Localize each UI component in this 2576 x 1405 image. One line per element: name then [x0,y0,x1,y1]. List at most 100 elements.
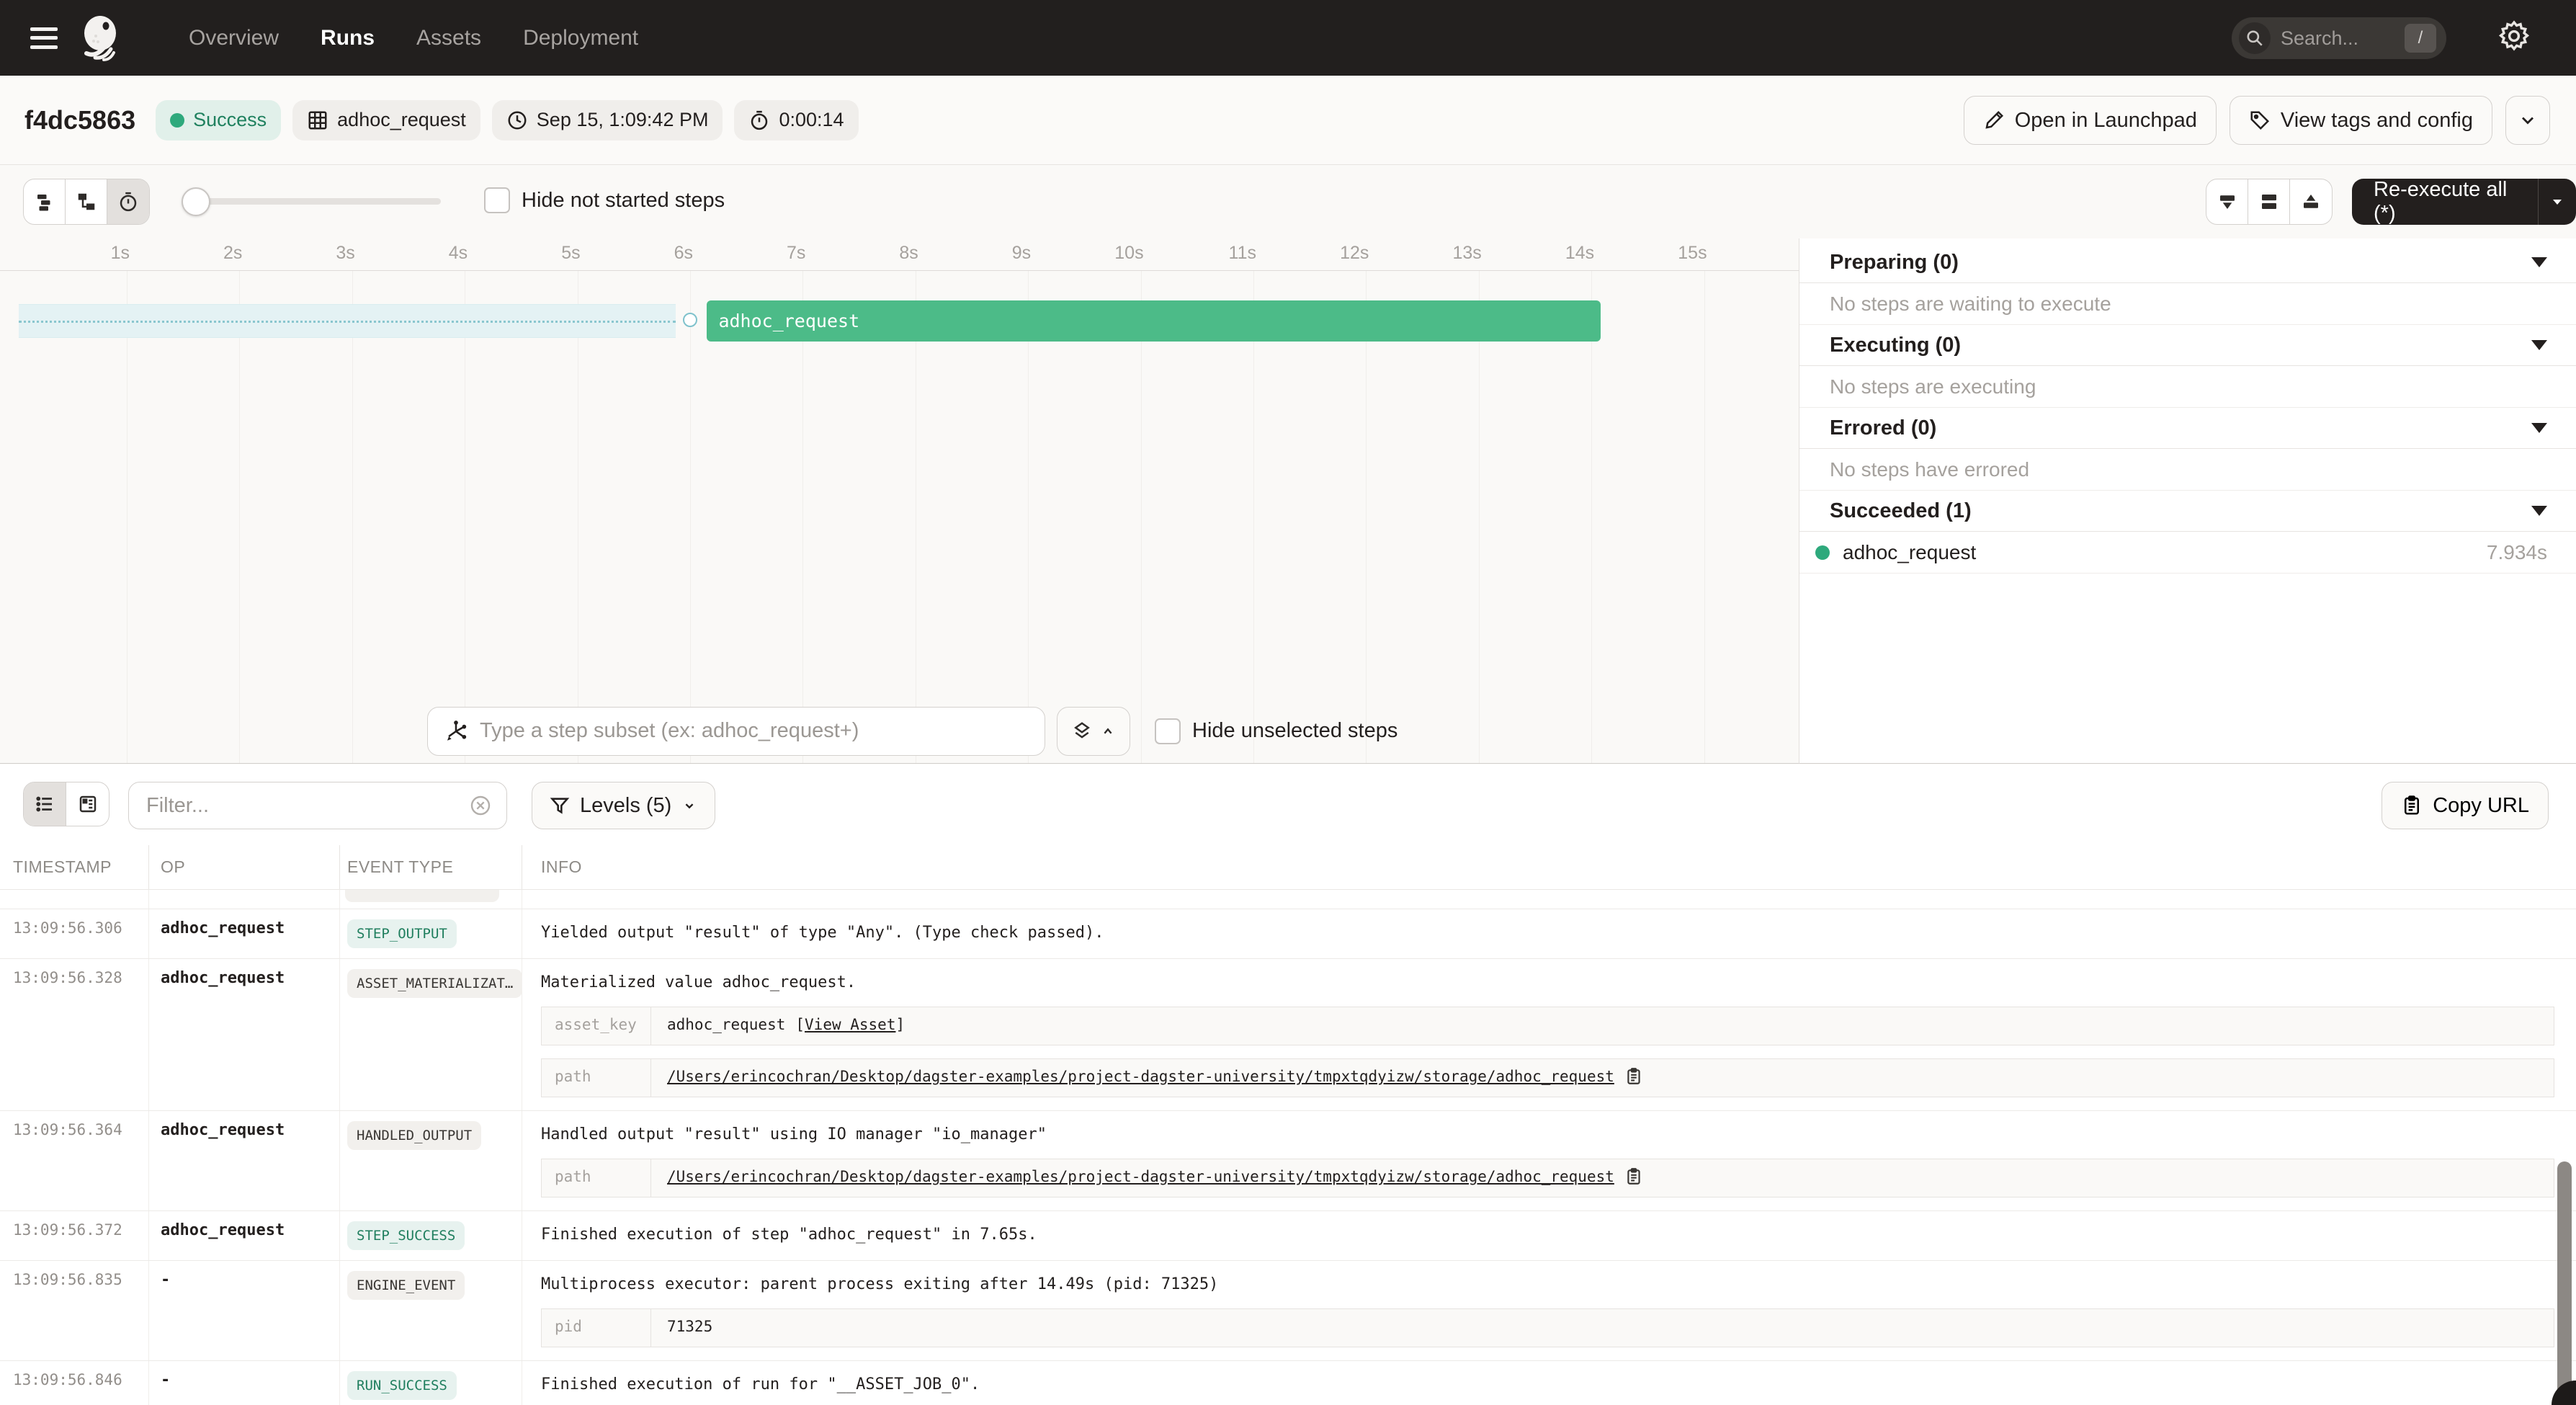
nav-item-runs[interactable]: Runs [321,26,375,50]
metadata-value: 71325 [651,1309,2554,1347]
column-header-info: INFO [522,845,2576,889]
panel-section-errored[interactable]: Errored (0) [1799,408,2576,449]
log-row[interactable]: 13:09:56.846-RUN_SUCCESSFinished executi… [0,1361,2576,1405]
log-event-type-cell: HANDLED_OUTPUT [340,1111,522,1210]
step-subset-placeholder: Type a step subset (ex: adhoc_request+) [480,719,859,743]
metadata-box: path/Users/erincochran/Desktop/dagster-e… [541,1058,2554,1097]
log-timestamp: 13:09:56.372 [0,1211,149,1260]
caret-down-icon [2549,193,2566,210]
pencil-icon [1983,110,2005,131]
log-op: - [149,1361,340,1405]
view-asset-link[interactable]: View Asset [805,1016,895,1033]
timeline-tick: 4s [449,243,468,264]
dagster-logo-icon[interactable] [78,14,125,62]
waterfall-view-button[interactable] [66,179,107,224]
hide-unselected-checkbox[interactable]: Hide unselected steps [1155,718,1397,744]
log-op: adhoc_request [149,1211,340,1260]
search-placeholder: Search... [2281,27,2405,50]
scrollbar-thumb[interactable] [2557,1161,2572,1401]
job-grid-icon [307,110,328,131]
caret-down-icon[interactable] [2531,506,2547,516]
split-view-button[interactable] [2248,179,2290,224]
nav-item-deployment[interactable]: Deployment [523,26,638,50]
view-tags-config-button[interactable]: View tags and config [2230,96,2492,145]
log-view-segmented [23,782,109,826]
op-selector-icon [444,719,468,744]
panel-step-row[interactable]: adhoc_request7.934s [1799,532,2576,574]
log-filter-input[interactable]: Filter... [128,782,507,829]
collapse-down-button[interactable] [2206,179,2248,224]
nav-item-assets[interactable]: Assets [416,26,481,50]
list-view-button[interactable] [24,782,66,826]
log-row[interactable]: 13:09:56.328adhoc_requestASSET_MATERIALI… [0,959,2576,1111]
timeline-tick: 10s [1114,243,1143,264]
copy-url-button[interactable]: Copy URL [2382,782,2549,829]
slider-knob[interactable] [182,187,210,216]
job-pill[interactable]: adhoc_request [292,100,480,140]
panel-section-executing[interactable]: Executing (0) [1799,325,2576,366]
timeline-tick: 14s [1565,243,1594,264]
nav-item-overview[interactable]: Overview [189,26,279,50]
gantt-zoom-slider[interactable] [182,179,448,223]
gear-icon[interactable] [2497,19,2531,53]
graph-query-toggle-button[interactable] [1057,707,1130,756]
timed-view-button[interactable] [107,179,149,224]
run-header: f4dc5863 Success adhoc_request Sep 15, 1… [0,76,2576,165]
metadata-path-link[interactable]: /Users/erincochran/Desktop/dagster-examp… [667,1168,1614,1185]
log-info-cell: Finished execution of run for "__ASSET_J… [522,1361,2576,1405]
flat-view-button[interactable] [24,179,66,224]
waiting-bar [19,304,676,338]
caret-down-icon[interactable] [2531,257,2547,267]
metadata-key: path [542,1159,651,1197]
structured-view-button[interactable] [66,782,109,826]
panel-section-title: Succeeded (1) [1830,499,1972,523]
panel-section-succeeded[interactable]: Succeeded (1) [1799,491,2576,532]
caret-down-icon[interactable] [2531,340,2547,350]
collapse-up-button[interactable] [2290,179,2332,224]
copy-path-icon[interactable] [1624,1068,1643,1087]
more-actions-button[interactable] [2505,96,2550,145]
search-input[interactable]: Search... / [2232,17,2446,59]
log-info-text: Yielded output "result" of type "Any". (… [541,919,2576,944]
logs-toolbar: Filter... Levels (5) Copy URL [0,764,2576,845]
reexecute-all-button[interactable]: Re-execute all (*) [2352,179,2576,225]
clear-filter-icon[interactable] [469,794,492,817]
step-subset-input[interactable]: Type a step subset (ex: adhoc_request+) [427,707,1045,756]
log-table: TIMESTAMPOPEVENT TYPEINFO 13:09:56.306ad… [0,845,2576,1405]
gantt-gridline [1704,271,1705,764]
checkbox-icon[interactable] [1155,718,1181,744]
hide-not-started-checkbox[interactable]: Hide not started steps [484,187,725,213]
funnel-icon [550,795,570,816]
log-row[interactable]: 13:09:56.306adhoc_requestSTEP_OUTPUTYiel… [0,909,2576,959]
metadata-asset-link[interactable]: [View Asset] [795,1016,905,1033]
gantt-gridline [1591,271,1592,764]
panel-layout-segmented [2206,179,2333,225]
run-status-panel: Preparing (0)No steps are waiting to exe… [1799,238,2576,764]
timeline-tick: 9s [1012,243,1031,264]
column-header-timestamp: TIMESTAMP [0,845,149,889]
log-timestamp: 13:09:56.306 [0,909,149,958]
cutoff-badge [345,890,499,902]
timeline-tick: 8s [899,243,918,264]
log-row[interactable]: 13:09:56.364adhoc_requestHANDLED_OUTPUTH… [0,1111,2576,1211]
panel-section-preparing[interactable]: Preparing (0) [1799,242,2576,283]
panel-section-title: Errored (0) [1830,416,1936,440]
copy-path-icon[interactable] [1624,1168,1643,1187]
log-row[interactable]: 13:09:56.835-ENGINE_EVENTMultiprocess ex… [0,1261,2576,1361]
metadata-path-link[interactable]: /Users/erincochran/Desktop/dagster-examp… [667,1068,1614,1085]
checkbox-icon[interactable] [484,187,510,213]
caret-down-icon[interactable] [2531,423,2547,433]
log-row[interactable]: 13:09:56.372adhoc_requestSTEP_SUCCESSFin… [0,1211,2576,1261]
metadata-value: /Users/erincochran/Desktop/dagster-examp… [651,1159,2554,1197]
timeline-tick: 7s [787,243,805,264]
step-bar-adhoc-request[interactable]: adhoc_request [707,300,1600,342]
clipboard-icon [2401,795,2423,816]
open-in-launchpad-button[interactable]: Open in Launchpad [1964,96,2217,145]
chevron-down-icon [2518,110,2538,130]
timeline-tick: 11s [1229,243,1256,264]
reexecute-dropdown-button[interactable] [2538,179,2576,225]
menu-icon[interactable] [30,27,58,49]
log-event-type-cell: ASSET_MATERIALIZAT… [340,959,522,1110]
metadata-box: path/Users/erincochran/Desktop/dagster-e… [541,1159,2554,1197]
levels-filter-button[interactable]: Levels (5) [532,782,715,829]
